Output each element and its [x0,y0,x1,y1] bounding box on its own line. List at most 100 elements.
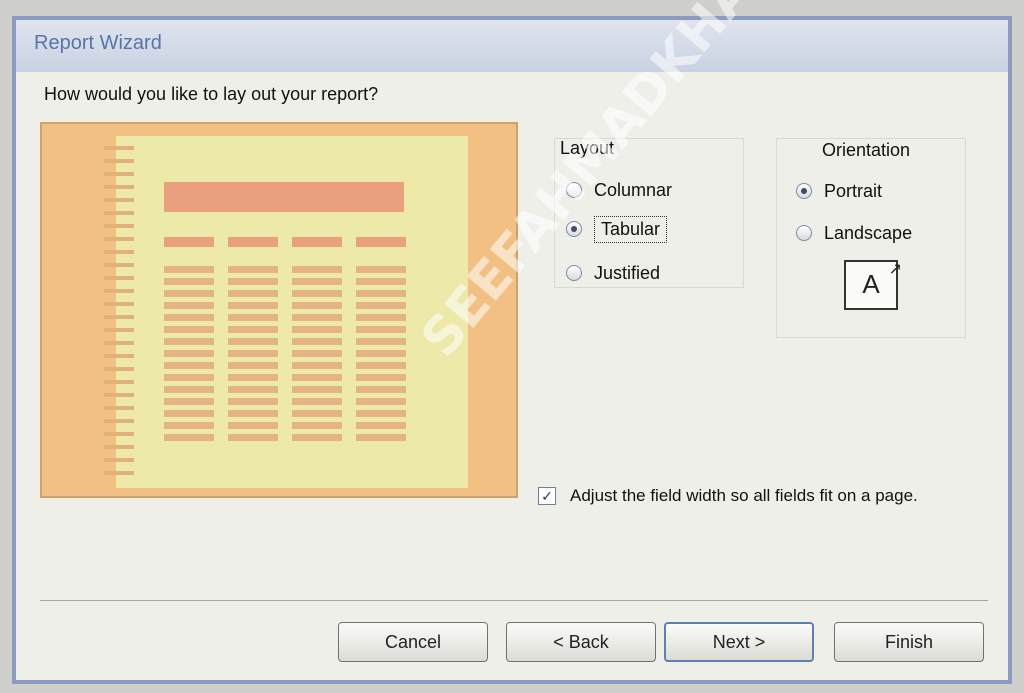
preview-cell [164,362,214,369]
preview-cell [356,398,406,405]
preview-cell [292,374,342,381]
cancel-button[interactable]: Cancel [338,622,488,662]
preview-cell [164,278,214,285]
preview-ruler-mark [104,185,134,189]
preview-cell [228,362,278,369]
wizard-question: How would you like to lay out your repor… [44,84,379,104]
preview-cell [292,410,342,417]
preview-cell [292,362,342,369]
preview-cell [356,266,406,273]
preview-ruler-mark [104,367,134,371]
preview-ruler-mark [104,458,134,462]
preview-title-bar [164,182,404,212]
preview-ruler-mark [104,354,134,358]
preview-cell [164,338,214,345]
preview-ruler-mark [104,198,134,202]
preview-cell [292,290,342,297]
preview-cell [292,398,342,405]
preview-cell [228,434,278,441]
finish-button[interactable]: Finish [834,622,984,662]
orientation-icon-glyph: A [862,269,880,299]
preview-cell [228,314,278,321]
radio-justified[interactable] [566,265,582,281]
preview-cell [228,350,278,357]
portrait-page-icon: A ↗ [844,260,902,310]
preview-ruler-mark [104,380,134,384]
preview-ruler-mark [104,211,134,215]
preview-cell [356,350,406,357]
window-title: Report Wizard [34,32,162,54]
preview-cell [356,386,406,393]
adjust-field-width-option[interactable]: ✓ Adjust the field width so all fields f… [538,484,958,508]
preview-cell [228,410,278,417]
arrow-icon: ↗ [888,261,902,278]
preview-cell [292,314,342,321]
preview-cell [164,386,214,393]
title-bar: Report Wizard [16,20,1008,72]
preview-ruler-mark [104,432,134,436]
preview-cell [292,434,342,441]
preview-column-header [292,237,342,247]
preview-cell [292,302,342,309]
back-button[interactable]: < Back [506,622,656,662]
orientation-group-label: Orientation [822,140,911,160]
preview-cell [228,386,278,393]
preview-ruler-mark [104,302,134,306]
layout-justified-label: Justified [594,262,661,283]
preview-ruler-mark [104,315,134,319]
preview-cell [356,422,406,429]
orientation-portrait-option[interactable]: Portrait [796,176,882,206]
divider [40,600,988,601]
preview-ruler-mark [104,250,134,254]
preview-cell [356,410,406,417]
preview-column-header [228,237,278,247]
preview-cell [228,398,278,405]
layout-justified-option[interactable]: Justified [566,258,660,288]
preview-cell [292,386,342,393]
preview-cell [164,350,214,357]
preview-cell [164,302,214,309]
preview-cell [228,338,278,345]
preview-ruler-mark [104,289,134,293]
preview-ruler-mark [104,276,134,280]
preview-cell [228,422,278,429]
preview-cell [356,326,406,333]
preview-cell [356,302,406,309]
orientation-portrait-label: Portrait [824,180,883,201]
preview-ruler-mark [104,393,134,397]
preview-cell [356,338,406,345]
adjust-field-width-checkbox[interactable]: ✓ [538,487,556,505]
preview-cell [228,266,278,273]
preview-column-header [164,237,214,247]
preview-cell [164,314,214,321]
preview-cell [292,266,342,273]
radio-portrait[interactable] [796,183,812,199]
preview-cell [356,434,406,441]
preview-cell [228,278,278,285]
preview-cell [356,290,406,297]
preview-ruler-mark [104,341,134,345]
preview-cell [228,326,278,333]
orientation-landscape-option[interactable]: Landscape [796,218,912,248]
radio-landscape[interactable] [796,225,812,241]
preview-cell [164,434,214,441]
preview-cell [164,398,214,405]
preview-cell [164,266,214,273]
next-button[interactable]: Next > [664,622,814,662]
preview-cell [356,314,406,321]
preview-ruler-mark [104,406,134,410]
preview-cell [292,422,342,429]
preview-ruler-mark [104,263,134,267]
layout-tabular-label: Tabular [594,215,668,243]
preview-cell [164,326,214,333]
preview-ruler-mark [104,159,134,163]
preview-cell [164,410,214,417]
preview-cell [356,374,406,381]
adjust-field-width-label: Adjust the field width so all fields fit… [570,486,918,505]
preview-column-header [356,237,406,247]
report-wizard-dialog: Report Wizard How would you like to lay … [12,16,1012,684]
preview-cell [292,338,342,345]
preview-cell [164,374,214,381]
orientation-landscape-label: Landscape [824,222,913,243]
preview-cell [228,302,278,309]
